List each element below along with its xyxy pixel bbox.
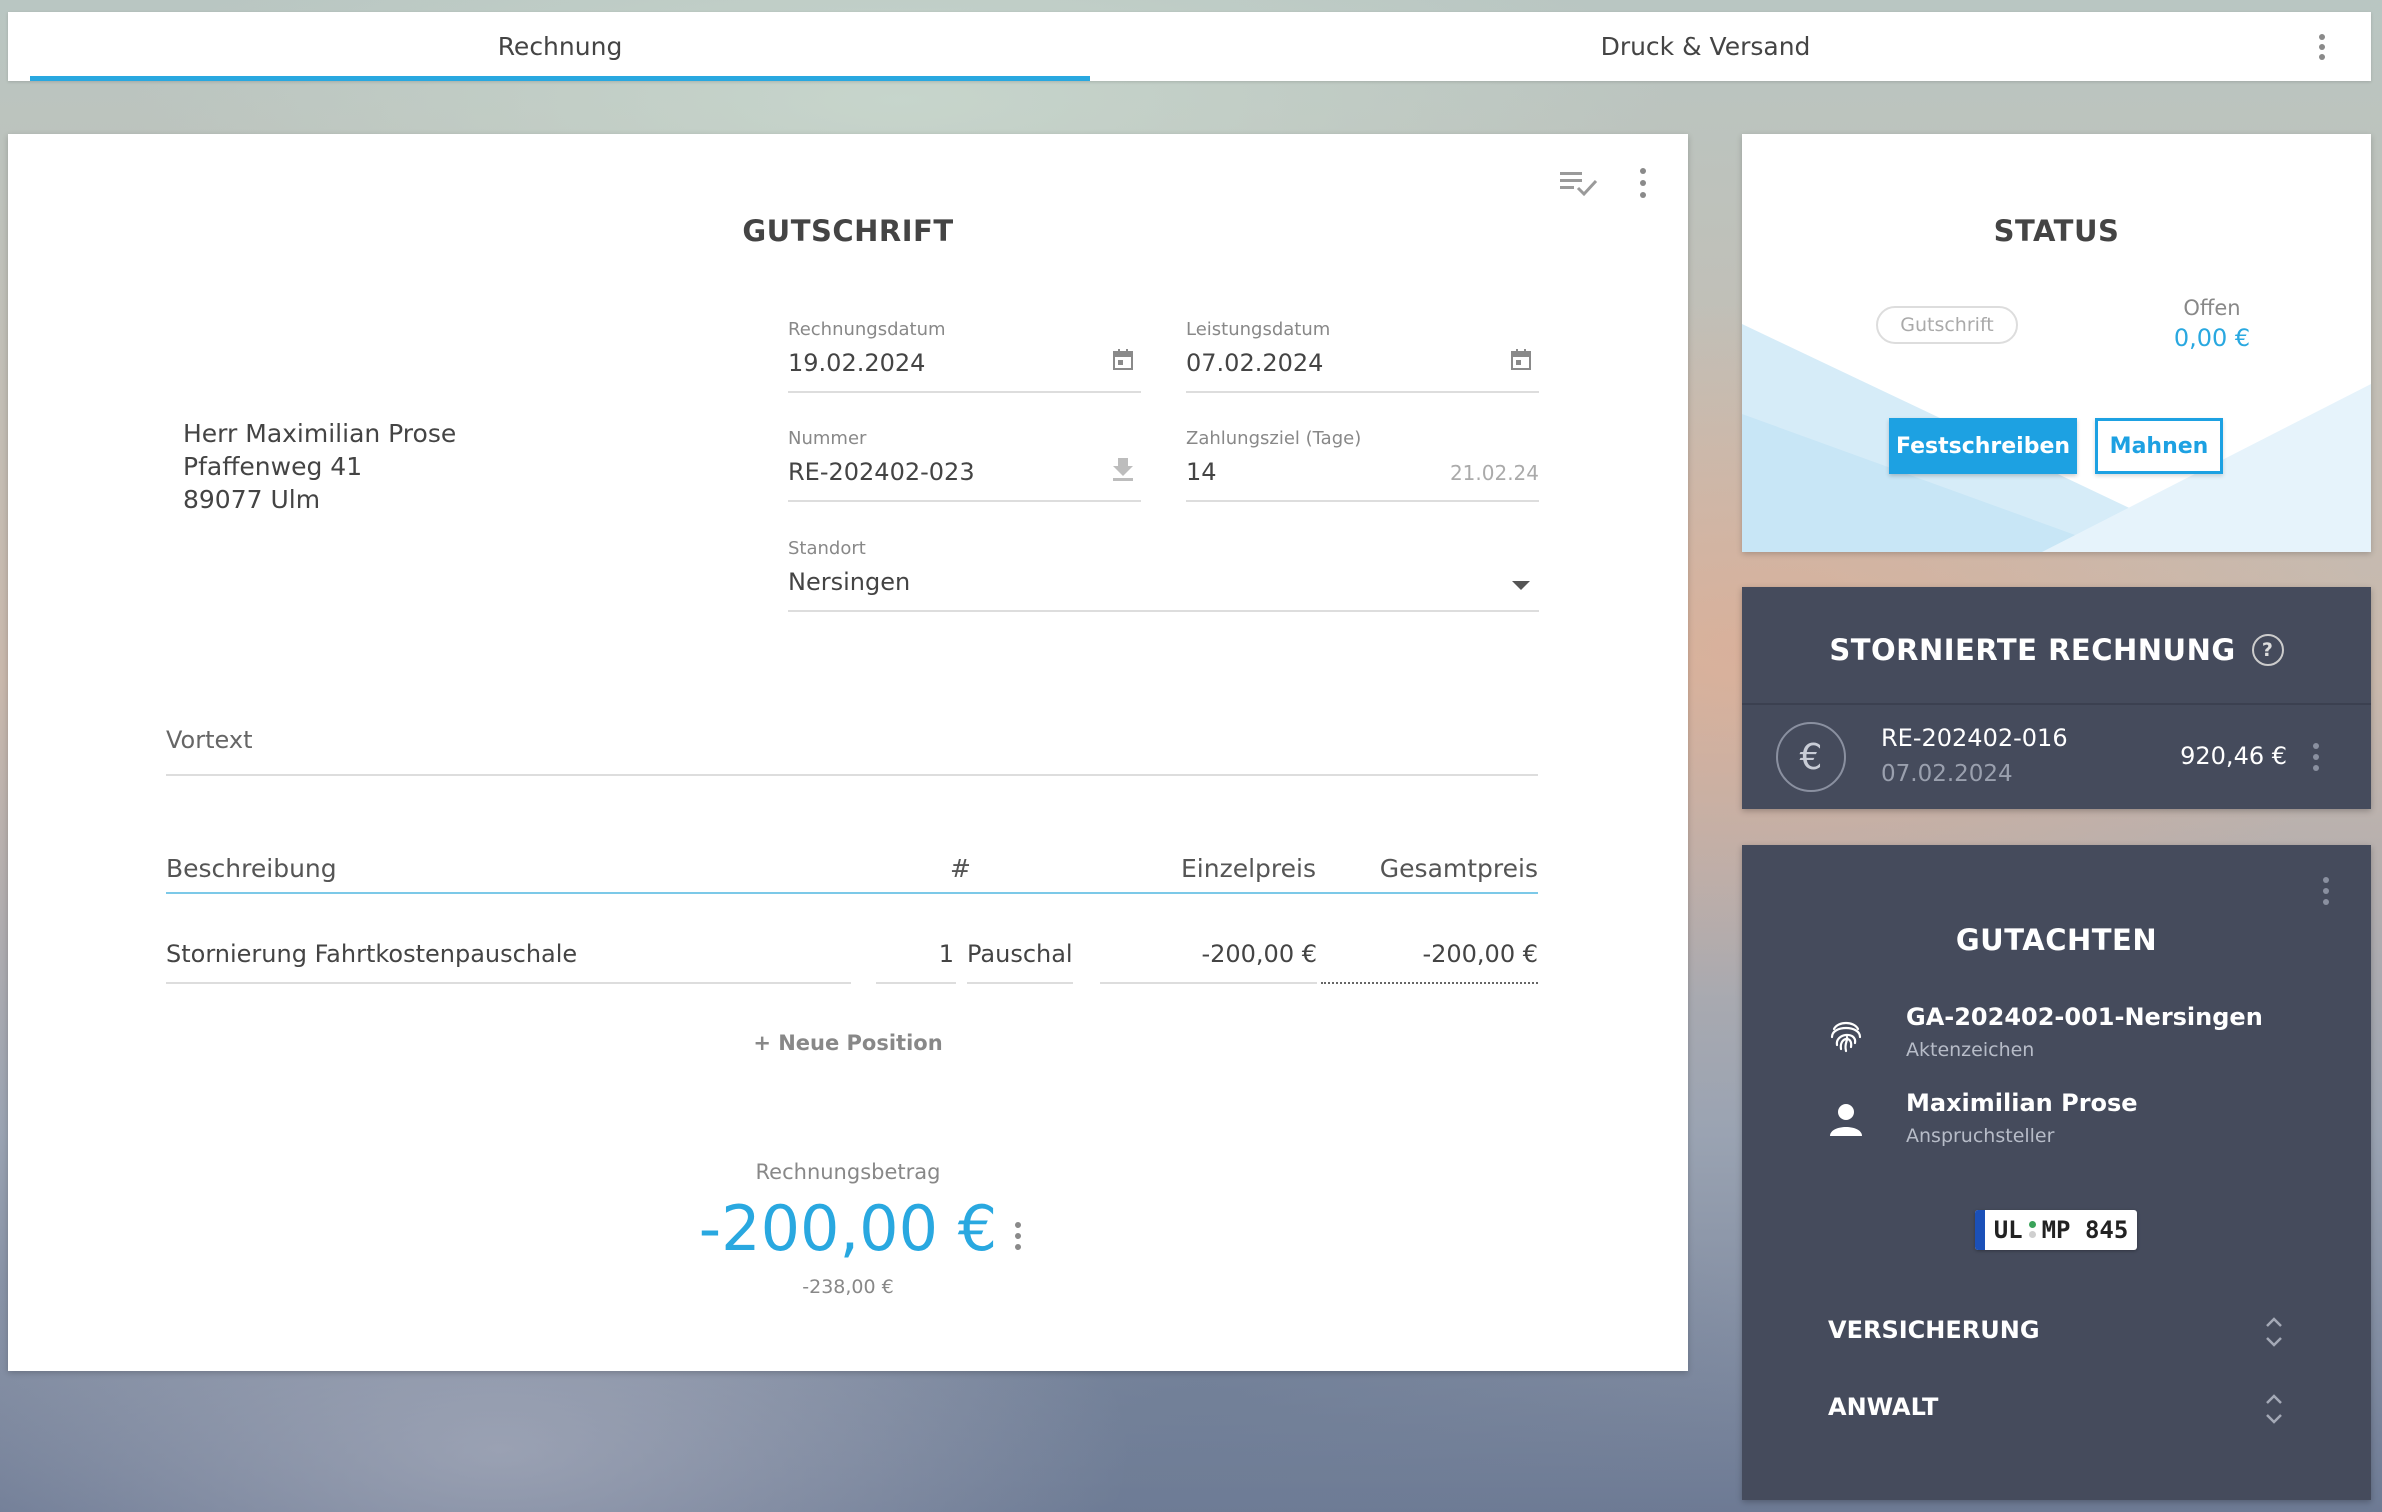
fingerprint-icon [1830, 1021, 1862, 1053]
row-beschreibung-input[interactable]: Stornierung Fahrtkostenpauschale [166, 940, 851, 984]
help-icon[interactable]: ? [2251, 634, 2284, 666]
playlist-check-icon[interactable] [1558, 168, 1598, 198]
col-anzahl: # [950, 854, 971, 883]
more-options-icon[interactable] [2317, 34, 2327, 60]
rechnungsdatum-value: 19.02.2024 [788, 349, 926, 377]
rechnungsbetrag-value: -200,00 € [698, 1192, 998, 1265]
row-anzahl-input[interactable]: 1 [876, 940, 956, 984]
unfold-icon[interactable] [2263, 1312, 2285, 1352]
nummer-value: RE-202402-023 [788, 458, 975, 486]
offen-label: Offen [2183, 296, 2241, 320]
due-date-hint: 21.02.24 [1449, 461, 1539, 485]
gutachten-more-icon[interactable] [2321, 877, 2331, 905]
positions-table-header: Beschreibung # Einzelpreis Gesamtpreis [166, 854, 1538, 894]
anspruchsteller-label: Anspruchsteller [1906, 1125, 2055, 1147]
col-gesamtpreis: Gesamtpreis [1379, 854, 1538, 883]
unfold-icon[interactable] [2263, 1389, 2285, 1429]
gutachten-title: GUTACHTEN [1955, 923, 2158, 957]
mahnen-button[interactable]: Mahnen [2095, 418, 2223, 474]
status-title: STATUS [1993, 214, 2120, 248]
address-line-name: Herr Maximilian Prose [183, 419, 457, 448]
calendar-icon[interactable] [1509, 347, 1533, 373]
rechnungsbetrag-label: Rechnungsbetrag [755, 1160, 941, 1184]
row-einheit-input[interactable]: Pauschal [967, 940, 1073, 984]
recipient-address[interactable]: Herr Maximilian Prose Pfaffenweg 41 8907… [183, 417, 456, 516]
offen-value: 0,00 € [2173, 324, 2251, 352]
storno-invoice-number[interactable]: RE-202402-016 [1881, 724, 2068, 752]
plate-district: UL [1993, 1216, 2023, 1244]
tab-druck-versand[interactable]: Druck & Versand [1108, 12, 2303, 81]
nummer-label: Nummer [788, 428, 867, 449]
versicherung-section[interactable]: VERSICHERUNG [1828, 1312, 2285, 1352]
euro-icon: € [1776, 722, 1846, 792]
storno-invoice-date: 07.02.2024 [1881, 761, 2013, 787]
dropdown-arrow-icon[interactable] [1509, 572, 1533, 598]
add-position-button[interactable]: + Neue Position [8, 1031, 1688, 1055]
license-plate: UL MP 845 [1975, 1210, 2137, 1250]
invoice-title: GUTSCHRIFT [742, 214, 954, 248]
betrag-more-icon[interactable] [1013, 1222, 1023, 1250]
invoice-card: GUTSCHRIFT Herr Maximilian Prose Pfaffen… [8, 134, 1688, 1371]
zahlungsziel-value: 14 [1186, 458, 1217, 486]
status-chip: Gutschrift [1876, 306, 2018, 344]
invoice-more-icon[interactable] [1638, 168, 1648, 198]
address-line-city: 89077 Ulm [183, 485, 321, 514]
aktenzeichen-label: Aktenzeichen [1906, 1039, 2035, 1061]
aktenzeichen-value[interactable]: GA-202402-001-Nersingen [1906, 1003, 2263, 1031]
address-line-street: Pfaffenweg 41 [183, 452, 363, 481]
rechnungsdatum-label: Rechnungsdatum [788, 319, 946, 340]
col-beschreibung: Beschreibung [166, 854, 337, 883]
festschreiben-button[interactable]: Festschreiben [1889, 418, 2077, 474]
nummer-field[interactable]: Nummer RE-202402-023 [788, 428, 1141, 502]
versicherung-label: VERSICHERUNG [1828, 1316, 2040, 1344]
rechnungsdatum-field[interactable]: Rechnungsdatum 19.02.2024 [788, 319, 1141, 393]
standort-select[interactable]: Standort Nersingen [788, 538, 1539, 612]
anwalt-section[interactable]: ANWALT [1828, 1389, 2285, 1429]
status-card: STATUS Gutschrift Offen 0,00 € Festschre… [1742, 134, 2371, 552]
anwalt-label: ANWALT [1828, 1393, 1939, 1421]
storno-invoice-amount: 920,46 € [2180, 742, 2287, 770]
zahlungsziel-field[interactable]: Zahlungsziel (Tage) 14 21.02.24 [1186, 428, 1539, 502]
standort-label: Standort [788, 538, 866, 559]
plate-eu-band [1975, 1210, 1985, 1250]
storno-more-icon[interactable] [2311, 743, 2321, 771]
leistungsdatum-value: 07.02.2024 [1186, 349, 1324, 377]
top-tab-bar: Rechnung Druck & Versand [8, 12, 2371, 81]
download-icon[interactable] [1111, 456, 1135, 482]
standort-value: Nersingen [788, 568, 911, 596]
leistungsdatum-field[interactable]: Leistungsdatum 07.02.2024 [1186, 319, 1539, 393]
row-einzelpreis-input[interactable]: -200,00 € [1100, 940, 1317, 984]
person-icon [1830, 1104, 1862, 1136]
col-einzelpreis: Einzelpreis [1181, 854, 1316, 883]
plate-id: MP 845 [2041, 1216, 2129, 1244]
rechnungsbetrag-brutto: -238,00 € [802, 1276, 894, 1298]
row-gesamtpreis: -200,00 € [1321, 940, 1538, 984]
plate-sticker-icon [2028, 1221, 2036, 1239]
calendar-icon[interactable] [1111, 347, 1135, 373]
status-background-decoration [1742, 324, 2371, 552]
storno-title: STORNIERTE RECHNUNG? [1742, 633, 2371, 668]
anspruchsteller-value[interactable]: Maximilian Prose [1906, 1089, 2138, 1117]
leistungsdatum-label: Leistungsdatum [1186, 319, 1331, 340]
stornierte-rechnung-card: STORNIERTE RECHNUNG? € RE-202402-016 07.… [1742, 587, 2371, 809]
tab-rechnung[interactable]: Rechnung [30, 12, 1090, 81]
gutachten-card: GUTACHTEN GA-202402-001-Nersingen Aktenz… [1742, 845, 2371, 1500]
zahlungsziel-label: Zahlungsziel (Tage) [1186, 428, 1362, 449]
divider [1742, 703, 2371, 705]
vortext-placeholder: Vortext [166, 726, 253, 754]
vortext-input[interactable]: Vortext [166, 726, 1538, 776]
